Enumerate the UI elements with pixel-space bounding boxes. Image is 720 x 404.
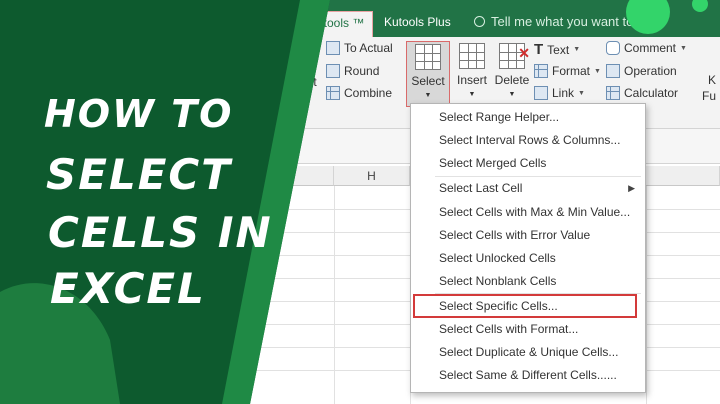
- menu-item-cells-with-format[interactable]: Select Cells with Format...: [439, 320, 578, 338]
- operation-button[interactable]: Operation: [606, 64, 677, 78]
- partial-right-bottom: Fu: [702, 89, 716, 103]
- menu-item-max-min[interactable]: Select Cells with Max & Min Value...: [439, 203, 630, 221]
- round-icon: [326, 64, 340, 78]
- banner-title-line-3: CELLS IN: [48, 208, 273, 257]
- insert-label: Insert: [456, 73, 487, 87]
- chevron-down-icon: ▼: [594, 67, 601, 75]
- chevron-down-icon: ▼: [680, 44, 687, 52]
- column-h-label: H: [367, 169, 376, 183]
- link-button[interactable]: Link ▼: [534, 86, 585, 100]
- combine-button[interactable]: Combine: [326, 86, 392, 100]
- select-dropdown-menu: Select Range Helper... Select Interval R…: [410, 103, 646, 393]
- chevron-down-icon: ▼: [578, 89, 585, 97]
- banner-title-line-4: EXCEL: [50, 264, 206, 313]
- highlight-box: [413, 294, 637, 318]
- chevron-down-icon: ▼: [424, 92, 432, 99]
- chevron-down-icon: ▼: [573, 46, 581, 53]
- combine-label: Combine: [344, 86, 393, 100]
- comment-button[interactable]: Comment ▼: [606, 41, 687, 55]
- operation-icon: [606, 64, 620, 78]
- comment-label: Comment: [624, 41, 677, 55]
- ribbon-tab-bar: Kutools ™ Kutools Plus Tell me what you …: [0, 0, 720, 37]
- partial-right-top: K: [708, 73, 716, 87]
- chevron-down-icon: ▼: [468, 91, 476, 98]
- to-actual-button[interactable]: To Actual: [326, 41, 393, 55]
- calculator-button[interactable]: Calculator: [606, 86, 678, 100]
- banner-title-line-2: SELECT: [46, 150, 232, 199]
- delete-button[interactable]: ✕ Delete ▼: [490, 41, 534, 103]
- menu-item-same-different[interactable]: Select Same & Different Cells......: [439, 366, 617, 384]
- lightbulb-icon: [474, 16, 485, 27]
- comment-icon: [606, 41, 620, 55]
- column-header-h[interactable]: H: [334, 166, 410, 186]
- partial-left-text: ent: [300, 75, 317, 89]
- menu-item-nonblank-cells[interactable]: Select Nonblank Cells: [439, 272, 556, 290]
- text-t-icon: T: [534, 41, 544, 58]
- tell-me-text: Tell me what you want to: [491, 14, 634, 29]
- select-grid-icon: [415, 44, 441, 70]
- to-actual-icon: [326, 41, 340, 55]
- menu-item-interval-rows[interactable]: Select Interval Rows & Columns...: [439, 131, 620, 149]
- link-label: Link: [552, 86, 575, 100]
- column-header-j[interactable]: [646, 166, 720, 186]
- text-label: Text: [547, 42, 570, 57]
- grid-line: [334, 186, 335, 404]
- insert-button[interactable]: Insert ▼: [450, 41, 494, 103]
- menu-item-range-helper[interactable]: Select Range Helper...: [439, 108, 559, 126]
- tell-me-search[interactable]: Tell me what you want to: [474, 11, 633, 33]
- chevron-right-icon: ▶: [628, 183, 635, 193]
- menu-item-last-cell[interactable]: Select Last Cell: [439, 179, 522, 197]
- calculator-icon: [606, 86, 620, 100]
- format-icon: [534, 64, 548, 78]
- partial-left-label: ent: [300, 75, 317, 89]
- to-actual-label: To Actual: [344, 41, 393, 55]
- format-label: Format: [552, 64, 591, 78]
- text-button[interactable]: T Text ▼: [534, 41, 580, 58]
- select-label: Select: [411, 74, 445, 88]
- operation-label: Operation: [624, 64, 677, 78]
- partial-right-top-text: K: [708, 73, 717, 87]
- column-header-g[interactable]: [290, 166, 334, 186]
- round-label: Round: [344, 64, 380, 78]
- menu-separator: [435, 176, 641, 177]
- delete-label: Delete: [494, 73, 530, 87]
- delete-x-icon: ✕: [518, 45, 530, 61]
- link-icon: [534, 86, 548, 100]
- menu-item-duplicate-unique[interactable]: Select Duplicate & Unique Cells...: [439, 343, 618, 361]
- tab-kutools-plus[interactable]: Kutools Plus: [376, 11, 459, 37]
- chevron-down-icon: ▼: [508, 91, 516, 98]
- tab-kutools[interactable]: Kutools ™: [300, 11, 374, 37]
- partial-right-bottom-text: Fu: [702, 89, 717, 103]
- round-button[interactable]: Round: [326, 64, 379, 78]
- combine-icon: [326, 86, 340, 100]
- format-button[interactable]: Format ▼: [534, 64, 601, 78]
- select-button[interactable]: Select ▼: [406, 41, 450, 107]
- grid-line: [646, 186, 647, 404]
- calculator-label: Calculator: [624, 86, 679, 100]
- insert-grid-icon: [459, 43, 485, 69]
- menu-item-merged-cells[interactable]: Select Merged Cells: [439, 154, 546, 172]
- menu-item-unlocked-cells[interactable]: Select Unlocked Cells: [439, 249, 556, 267]
- banner-title-line-1: HOW TO: [44, 92, 234, 136]
- menu-item-error-value[interactable]: Select Cells with Error Value: [439, 226, 590, 244]
